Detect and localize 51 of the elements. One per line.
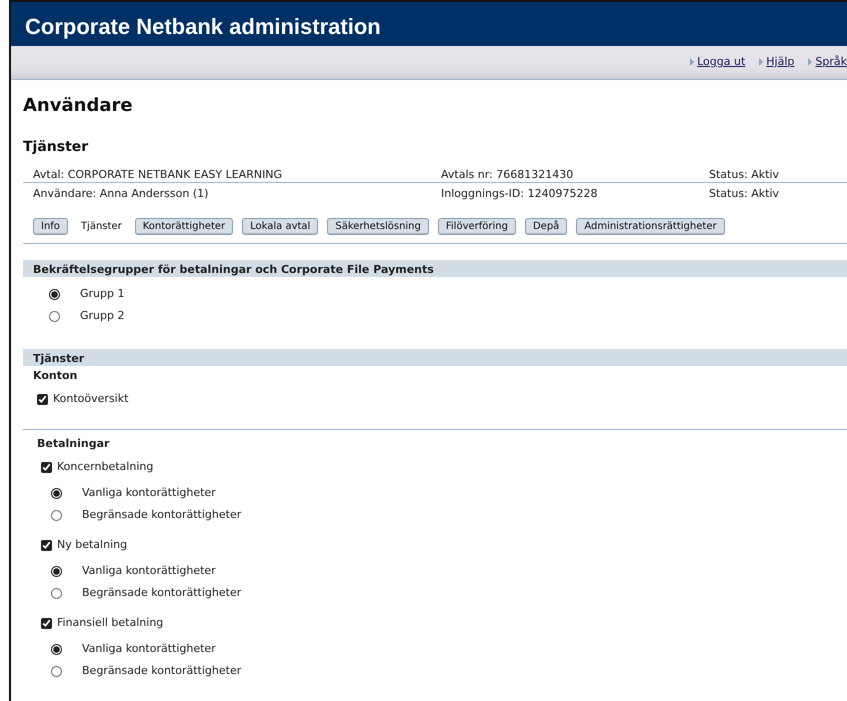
option-label: Begränsade kontorättigheter (82, 584, 242, 601)
option-label: Begränsade kontorättigheter (82, 662, 242, 679)
info-text: Avtal: CORPORATE NETBANK EASY LEARNING (33, 167, 284, 179)
tab[interactable]: Filöverföring (438, 218, 516, 235)
status-text: Status: Aktiv (709, 167, 780, 179)
radio-button[interactable] (51, 644, 62, 654)
tab[interactable]: Lokala avtal (242, 218, 318, 235)
radio-button[interactable] (51, 566, 62, 576)
option-label: Grupp 2 (80, 308, 124, 324)
tab[interactable]: Säkerhetslösning (327, 218, 429, 235)
checkbox[interactable] (41, 618, 52, 628)
arrow-icon (690, 58, 694, 66)
tab[interactable]: Kontorättigheter (134, 218, 234, 235)
nav-link-item[interactable]: Språk (808, 54, 847, 71)
page-title: Användare (23, 94, 134, 118)
checkbox-label: Koncernbetalning (57, 458, 154, 475)
subsection-title: Konton (33, 368, 78, 384)
arrow-icon (759, 58, 764, 66)
info-text: Avtals nr: 76681321430 (441, 167, 574, 179)
option-label: Vanliga kontorättigheter (82, 640, 216, 657)
checkbox[interactable] (37, 394, 48, 405)
app-title: Corporate Netbank administration (25, 14, 381, 39)
nav-link-item[interactable]: Hjälp (759, 54, 794, 71)
section-header: Bekräftelsegrupper för betalningar och Corporate File Payments (23, 260, 847, 277)
radio-button[interactable] (51, 488, 62, 498)
radio-button[interactable] (49, 288, 60, 300)
option-label: Vanliga kontorättigheter (82, 484, 216, 501)
option-label: Begränsade kontorättigheter (82, 506, 242, 523)
radio-button[interactable] (51, 588, 62, 598)
checkbox[interactable] (41, 462, 52, 472)
option-label: Vanliga kontorättigheter (82, 562, 216, 579)
info-text: Användare: Anna Andersson (1) (33, 186, 210, 199)
checkbox-label: Ny betalning (57, 536, 128, 553)
nav-link-item[interactable]: Logga ut (690, 54, 746, 71)
arrow-icon (808, 58, 812, 66)
checkbox-label: Finansiell betalning (57, 614, 164, 631)
checkbox-label: Kontoöversikt (53, 391, 128, 408)
status-text: Status: Aktiv (709, 186, 780, 199)
section-title: Tjänster (23, 138, 90, 157)
radio-button[interactable] (49, 310, 60, 322)
checkbox[interactable] (41, 540, 52, 550)
option-label: Grupp 1 (80, 286, 124, 302)
tab[interactable]: Administrationsrättigheter (576, 218, 725, 235)
radio-button[interactable] (51, 510, 62, 520)
tab[interactable]: Info (33, 218, 68, 235)
tab[interactable]: Depå (524, 218, 568, 235)
tab[interactable]: Tjänster (76, 218, 126, 235)
info-text: Inloggnings-ID: 1240975228 (441, 186, 599, 199)
subsection-title: Betalningar (37, 436, 110, 452)
section-header: Tjänster (23, 349, 847, 366)
radio-button[interactable] (51, 666, 62, 676)
